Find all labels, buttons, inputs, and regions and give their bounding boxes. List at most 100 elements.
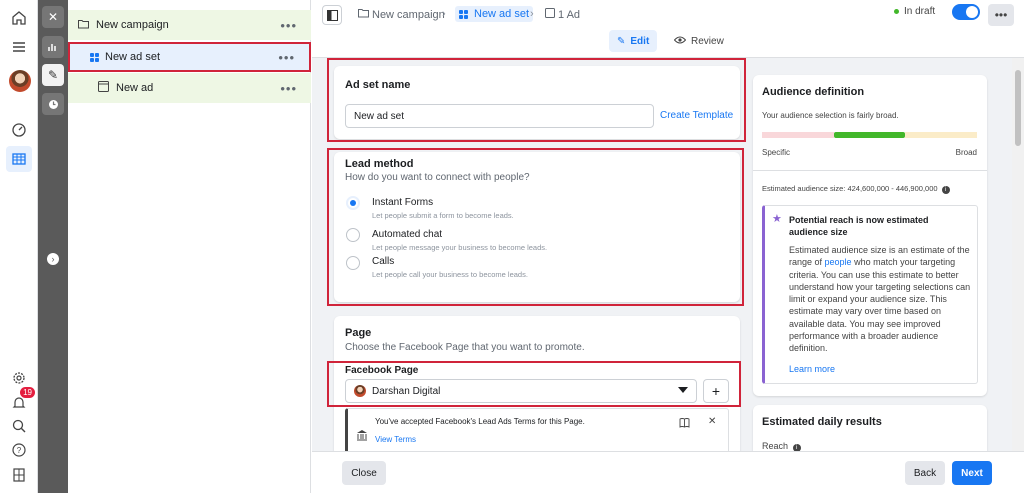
settings-gear-icon[interactable]	[9, 368, 29, 388]
meter-broad-segment	[905, 132, 978, 138]
chevron-right-icon: ›	[442, 8, 446, 20]
tab-edit[interactable]: ✎ Edit	[609, 30, 658, 52]
toggle-panel-icon[interactable]	[322, 5, 342, 25]
editor-footer: Close Back Next	[312, 451, 1024, 493]
breadcrumb-ad[interactable]: 1 Ad	[545, 8, 580, 21]
draft-status-label: In draft	[904, 6, 936, 17]
tree-ad-label: New ad	[116, 82, 154, 94]
adset-grid-icon	[90, 52, 99, 62]
daily-results-heading: Estimated daily results	[762, 416, 882, 428]
pencil-edit-icon[interactable]: ✎	[42, 64, 64, 86]
adset-more-button[interactable]: •••	[278, 50, 295, 65]
folder-icon	[78, 19, 89, 32]
highlight-adset-name	[327, 58, 746, 142]
star-icon: ★	[772, 213, 782, 225]
estimated-audience-size: Estimated audience size: 424,600,000 - 4…	[762, 184, 950, 194]
on-off-toggle[interactable]	[952, 4, 980, 20]
terms-text: You've accepted Facebook's Lead Ads Term…	[375, 417, 585, 426]
folder-icon	[358, 8, 369, 21]
report-icon[interactable]	[9, 465, 29, 485]
tree-item-ad[interactable]: New ad •••	[68, 73, 311, 103]
ads-manager-table-icon[interactable]	[6, 146, 32, 172]
breadcrumb-campaign[interactable]: New campaign	[358, 8, 445, 21]
more-options-button[interactable]: •••	[988, 4, 1014, 26]
close-button[interactable]: Close	[342, 461, 386, 485]
divider	[753, 170, 987, 171]
expand-chevron-icon[interactable]: ›	[47, 253, 59, 265]
editor-main-area: Ad set name New ad set Create Template L…	[312, 58, 1024, 451]
tree-item-campaign[interactable]: New campaign •••	[68, 10, 311, 40]
reach-label-text: Reach	[762, 441, 789, 451]
notice-body: Estimated audience size is an estimate o…	[789, 244, 975, 355]
tree-item-adset[interactable]: New ad set •••	[68, 42, 311, 72]
breadcrumb-adset-label: New ad set	[474, 8, 530, 20]
tab-review-label: Review	[691, 35, 724, 47]
menu-icon[interactable]	[9, 37, 29, 57]
dashboard-icon[interactable]	[9, 120, 29, 140]
search-icon[interactable]	[9, 416, 29, 436]
book-icon[interactable]	[679, 417, 690, 431]
tree-adset-label: New ad set	[105, 51, 161, 63]
reach-label: Reach i	[762, 441, 801, 451]
page-subheading: Choose the Facebook Page that you want t…	[345, 342, 585, 353]
back-button[interactable]: Back	[905, 461, 945, 485]
estimated-size-notice: ★ Potential reach is now estimated audie…	[762, 205, 978, 384]
notification-count-badge: 19	[20, 387, 35, 398]
breadcrumb-campaign-label: New campaign	[372, 8, 445, 21]
tab-review[interactable]: Review	[666, 30, 732, 52]
meter-right-label: Broad	[955, 148, 977, 157]
info-icon[interactable]: i	[792, 444, 801, 451]
learn-more-link[interactable]: Learn more	[789, 364, 835, 374]
ads-manager-editor: 19 ? ✕ ✎ › New campaign ••• New ad set •…	[0, 0, 1024, 493]
highlight-facebook-page	[327, 361, 741, 407]
tool-strip: ✕ ✎ ›	[38, 0, 68, 493]
eye-icon	[673, 36, 687, 47]
campaign-tree-panel: New campaign ••• New ad set ••• New ad •…	[68, 0, 311, 493]
page-heading: Page	[345, 327, 372, 339]
pencil-icon: ✎	[617, 35, 626, 47]
info-icon[interactable]: i	[941, 186, 950, 194]
avatar[interactable]	[9, 70, 31, 92]
scrollbar-thumb[interactable]	[1015, 70, 1021, 146]
meter-specific-segment	[762, 132, 834, 138]
breadcrumb-adset[interactable]: New ad set	[455, 6, 534, 22]
meter-left-label: Specific	[762, 148, 791, 157]
audience-summary: Your audience selection is fairly broad.	[762, 111, 899, 120]
audience-heading: Audience definition	[762, 86, 865, 98]
campaign-more-button[interactable]: •••	[280, 18, 297, 33]
chevron-right-icon: ›	[530, 8, 534, 20]
view-terms-link[interactable]: View Terms	[375, 435, 416, 444]
notifications-bell-icon[interactable]: 19	[9, 387, 35, 413]
bank-icon	[356, 429, 368, 444]
close-icon[interactable]: ✕	[42, 6, 64, 28]
next-button[interactable]: Next	[952, 461, 992, 485]
breadcrumb-ad-label: 1 Ad	[558, 8, 581, 21]
home-icon[interactable]	[9, 8, 29, 28]
daily-results-card: Estimated daily results Reach i	[753, 405, 987, 451]
meter-active-segment	[833, 132, 906, 138]
audience-breadth-meter	[762, 132, 978, 138]
adset-grid-icon	[459, 9, 468, 19]
highlight-lead-method	[327, 148, 744, 306]
ad-page-icon	[545, 8, 555, 21]
ad-page-icon	[98, 81, 109, 95]
estimated-size-text: Estimated audience size: 424,600,000 - 4…	[762, 184, 938, 193]
notice-body-part2: who match your targeting criteria. You c…	[789, 257, 971, 354]
editor-top-bar: New campaign › New ad set › 1 Ad In draf…	[312, 0, 1024, 58]
notice-title: Potential reach is now estimated audienc…	[789, 215, 929, 237]
status-dot-icon	[894, 9, 899, 14]
close-icon[interactable]: ✕	[708, 416, 716, 427]
clock-history-icon[interactable]	[42, 93, 64, 115]
tree-campaign-label: New campaign	[96, 19, 169, 31]
main-scrollbar[interactable]	[1012, 58, 1024, 451]
terms-notice: You've accepted Facebook's Lead Ads Term…	[345, 408, 729, 451]
ad-more-button[interactable]: •••	[280, 81, 297, 96]
help-icon[interactable]: ?	[9, 440, 29, 460]
people-link[interactable]: people	[825, 257, 852, 267]
left-nav-rail: 19 ?	[0, 0, 38, 493]
audience-definition-card: Audience definition Your audience select…	[753, 75, 987, 396]
bar-chart-icon[interactable]	[42, 36, 64, 58]
draft-status: In draft	[894, 6, 935, 17]
tab-edit-label: Edit	[630, 35, 650, 47]
svg-text:?: ?	[17, 446, 22, 455]
